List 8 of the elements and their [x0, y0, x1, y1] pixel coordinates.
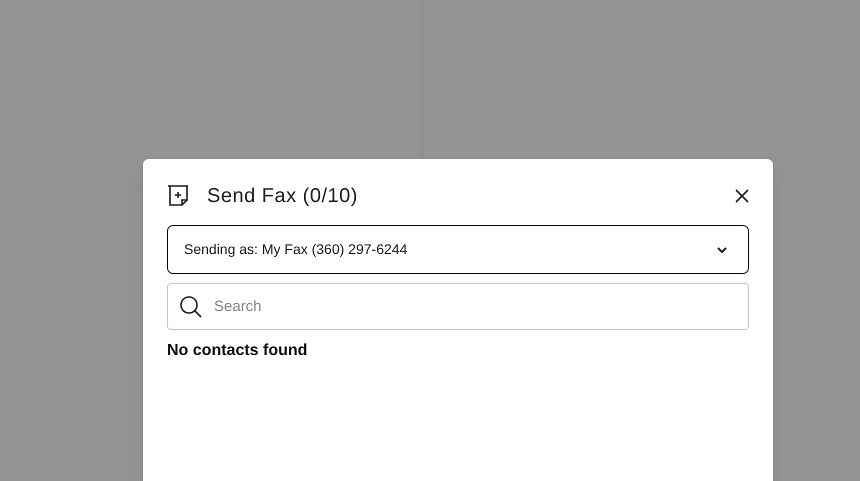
empty-message: No contacts found — [167, 341, 308, 361]
close-icon — [735, 189, 749, 203]
fax-add-icon — [167, 184, 191, 208]
search-field[interactable]: Search — [167, 283, 749, 330]
search-icon — [179, 295, 203, 319]
chevron-down-icon — [716, 246, 728, 254]
dialog-title: Send Fax (0/10) — [207, 184, 358, 209]
sender-select[interactable]: Sending as: My Fax (360) 297-6244 — [167, 225, 749, 274]
